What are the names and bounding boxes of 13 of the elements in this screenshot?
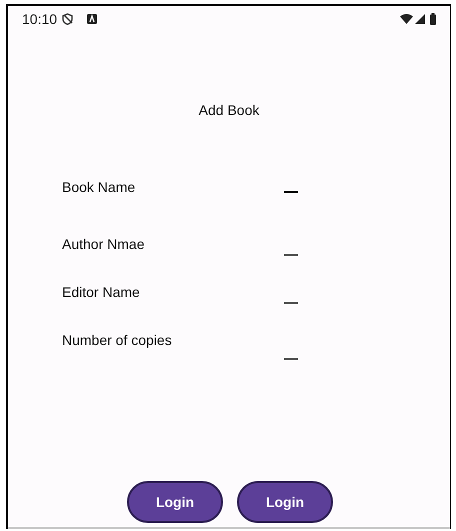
wifi-icon <box>400 14 413 24</box>
field-label: Author Nmae <box>62 235 146 254</box>
login-button[interactable]: Login <box>127 481 223 523</box>
battery-icon <box>430 13 436 25</box>
status-time: 10:10 <box>22 10 58 28</box>
login-button[interactable]: Login <box>237 481 333 523</box>
signal-icon <box>415 14 425 24</box>
field-label: Editor Name <box>62 283 141 302</box>
shield-icon <box>62 13 74 25</box>
field-label: Number of copies <box>62 331 173 350</box>
page-title: Add Book <box>198 101 260 120</box>
notification-icon <box>87 14 98 24</box>
field-label: Book Name <box>62 178 136 197</box>
